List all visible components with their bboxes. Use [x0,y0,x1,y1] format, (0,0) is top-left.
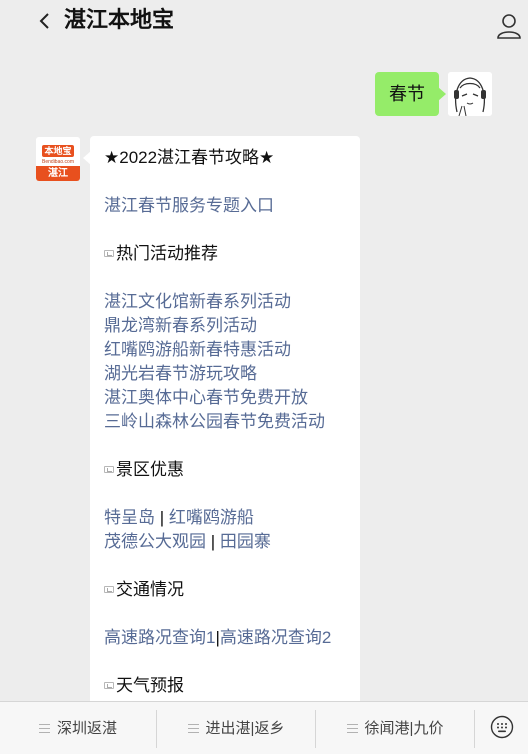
scenic-row: 茂德公大观园 | 田园寨 [104,530,271,554]
activity-link[interactable]: 鼎龙湾新春系列活动 [104,314,257,338]
avatar-logo-area: 本地宝 Bendibao.com [36,137,80,166]
entry-link[interactable]: 湛江春节服务专题入口 [104,194,274,218]
menu-label: 徐闻港|九价 [364,720,444,737]
bot-message-bubble: ★2022湛江春节攻略★ 湛江春节服务专题入口 热门活动推荐 湛江文化馆新春系列… [83,136,360,716]
activity-link[interactable]: 湛江奥体中心春节免费开放 [104,386,308,410]
avatar-site: Bendibao.com [42,159,74,165]
message-headline: ★2022湛江春节攻略★ [104,148,275,167]
traffic-row: 高速路况查询1|高速路况查询2 [104,626,331,650]
user-message-text: 春节 [389,84,425,104]
section-heading: 热门活动推荐 [104,242,218,266]
menu-item-shenzhen[interactable]: 深圳返湛 [0,702,156,754]
section-icon [104,586,114,593]
section-icon [104,250,114,257]
section-title: 天气预报 [116,676,184,695]
section-heading: 景区优惠 [104,458,184,482]
activity-link[interactable]: 三岭山森林公园春节免费活动 [104,410,325,434]
keyboard-icon[interactable] [490,715,514,739]
section-title: 景区优惠 [116,460,184,479]
menu-divider [474,710,475,748]
section-heading: 天气预报 [104,674,184,698]
menu-label: 深圳返湛 [56,720,117,737]
separator: | [210,532,216,551]
menu-icon [187,724,199,733]
menu-icon [346,724,358,733]
bottom-menu-bar: 深圳返湛 进出湛|返乡 徐闻港|九价 [0,701,528,754]
scenic-link[interactable]: 红嘴鸥游船 [169,508,254,527]
menu-label: 进出湛|返乡 [205,720,285,737]
scenic-row: 特呈岛 | 红嘴鸥游船 [104,506,254,530]
activity-link[interactable]: 湛江文化馆新春系列活动 [104,290,291,314]
section-title: 交通情况 [116,580,184,599]
page-title: 湛江本地宝 [64,7,175,32]
activity-link[interactable]: 红嘴鸥游船新春特惠活动 [104,338,291,362]
section-icon [104,466,114,473]
activity-link[interactable]: 湖光岩春节游玩攻略 [104,362,257,386]
menu-item-return[interactable]: 进出湛|返乡 [157,702,315,754]
scenic-link[interactable]: 特呈岛 [104,508,155,527]
section-title: 热门活动推荐 [116,244,218,263]
scenic-link[interactable]: 田园寨 [220,532,271,551]
menu-item-xuwen[interactable]: 徐闻港|九价 [316,702,474,754]
top-bar: 湛江本地宝 [0,0,528,44]
traffic-link[interactable]: 高速路况查询1 [104,628,215,647]
menu-icon [38,724,50,733]
scenic-link[interactable]: 茂德公大观园 [104,532,206,551]
traffic-link[interactable]: 高速路况查询2 [220,628,331,647]
chevron-left-icon[interactable] [34,6,56,36]
section-icon [104,682,114,689]
user-message-bubble: 春节 [375,72,446,116]
section-heading: 交通情况 [104,578,184,602]
user-avatar[interactable] [448,72,492,116]
anime-avatar-image [448,72,492,116]
separator: | [159,508,165,527]
avatar-city: 湛江 [36,166,80,181]
user-icon[interactable] [496,12,522,40]
avatar-logo: 本地宝 [42,145,74,157]
account-avatar[interactable]: 本地宝 Bendibao.com 湛江 [36,137,80,181]
